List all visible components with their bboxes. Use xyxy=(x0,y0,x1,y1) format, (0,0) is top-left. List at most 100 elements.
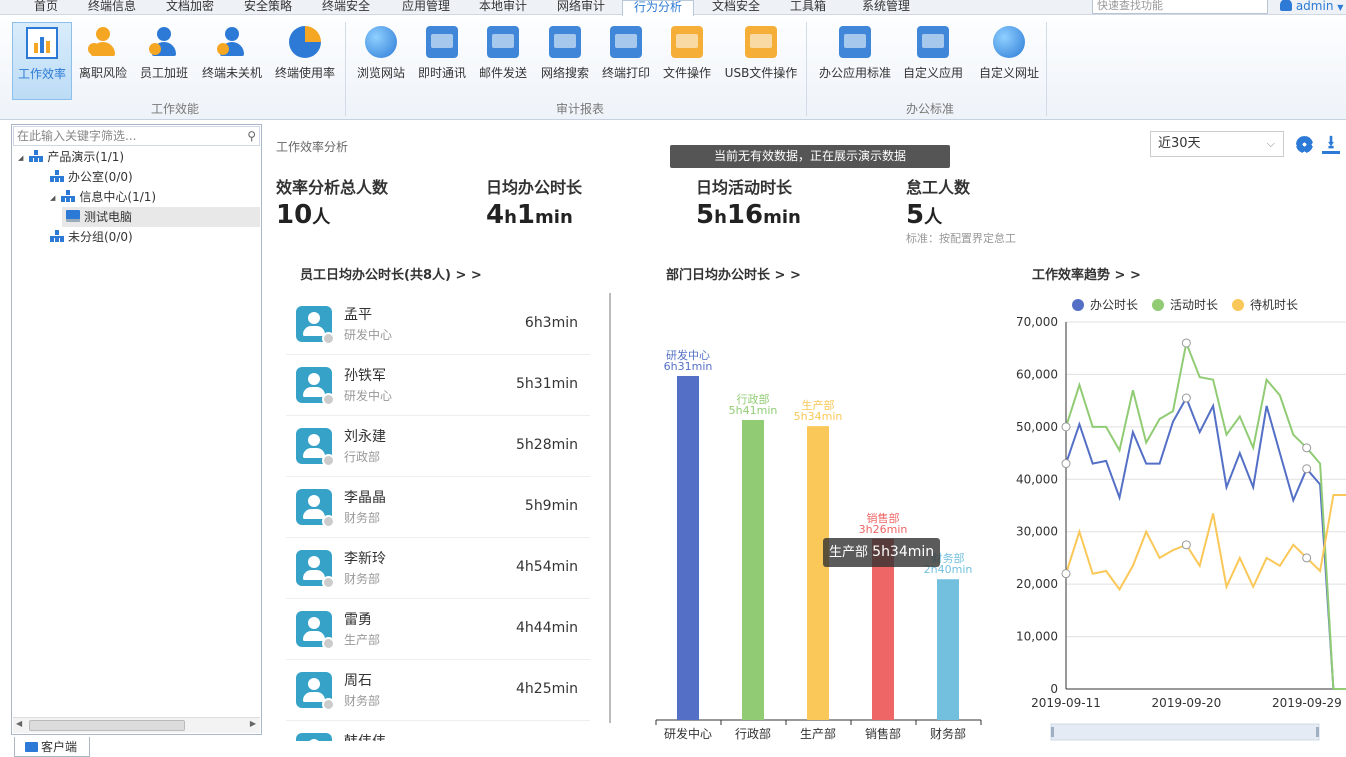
ribbon-button-0-3[interactable]: 终端未关机 xyxy=(196,22,268,100)
quick-search-input[interactable]: 快速查找功能 xyxy=(1092,0,1268,14)
compass-icon xyxy=(917,26,949,58)
employee-row[interactable]: 韩伟伟4h12min xyxy=(286,721,590,741)
legend-marker[interactable] xyxy=(1232,299,1244,311)
legend-label[interactable]: 办公时长 xyxy=(1090,297,1138,312)
search-icon[interactable]: ⚲ xyxy=(247,127,256,145)
expand-arrow-icon[interactable]: ◢ xyxy=(18,154,23,162)
employee-row[interactable]: 刘永建 行政部 5h28min xyxy=(286,416,590,477)
office-app-icon xyxy=(839,26,871,58)
tab-2[interactable]: 文档加密 xyxy=(152,0,228,15)
ribbon-button-1-2[interactable]: 邮件发送 xyxy=(474,22,532,100)
ribbon-button-label: 自定义应用 xyxy=(902,66,963,80)
series-point[interactable] xyxy=(1302,464,1312,474)
legend-marker[interactable] xyxy=(1152,299,1164,311)
series-point[interactable] xyxy=(1061,569,1071,579)
employee-row[interactable]: 李新玲 财务部 4h54min xyxy=(286,538,590,599)
ribbon-button-1-5[interactable]: 文件操作 xyxy=(658,22,716,100)
ribbon-button-2-2[interactable]: 自定义网址 xyxy=(972,22,1046,100)
legend-label[interactable]: 待机时长 xyxy=(1250,298,1298,312)
series-point[interactable] xyxy=(1302,443,1312,453)
tab-0[interactable]: 首页 xyxy=(18,0,74,15)
zoom-handle-right[interactable] xyxy=(1316,727,1319,737)
series-point[interactable] xyxy=(1181,540,1191,550)
ribbon-button-0-4[interactable]: 终端使用率 xyxy=(270,22,340,100)
series-point[interactable] xyxy=(1181,393,1191,403)
stat-value-1: 5 xyxy=(696,200,715,230)
scrollbar-thumb[interactable] xyxy=(29,720,185,731)
bar-4[interactable] xyxy=(937,579,959,720)
x-tick-label: 研发中心 xyxy=(664,726,712,741)
series-point[interactable] xyxy=(1061,422,1071,432)
employee-row[interactable]: 孙铁军 研发中心 5h31min xyxy=(286,355,590,416)
ribbon-button-1-3[interactable]: 网络搜索 xyxy=(536,22,594,100)
tab-4[interactable]: 终端安全 xyxy=(307,0,385,15)
employee-row[interactable]: 孟平 研发中心 6h3min xyxy=(286,294,590,355)
avatar xyxy=(296,672,335,711)
ribbon-button-1-0[interactable]: 浏览网站 xyxy=(352,22,410,100)
ribbon-button-0-1[interactable]: 离职风险 xyxy=(74,22,132,100)
legend-marker[interactable] xyxy=(1072,299,1084,311)
employee-list-title[interactable]: 员工日均办公时长(共8人) > > xyxy=(300,264,482,283)
y-tick-label: 10,000 xyxy=(1016,630,1058,644)
tab-1[interactable]: 终端信息 xyxy=(76,0,148,15)
settings-gear-icon[interactable] xyxy=(1296,136,1313,153)
tree-node[interactable]: 未分组(0/0) xyxy=(50,227,133,247)
ribbon-toolbar: 工作效率 离职风险 员工加班 终端未关机 终端使用率 浏览网站 即时通讯 邮件发送 网络搜索 终端… xyxy=(0,16,1346,120)
employee-list-scrollbar[interactable] xyxy=(609,293,611,723)
series-point[interactable] xyxy=(1302,553,1312,563)
bar-2[interactable] xyxy=(807,426,829,720)
bar-0[interactable] xyxy=(677,376,699,720)
y-tick-label: 40,000 xyxy=(1016,472,1058,486)
employee-name: 雷勇 xyxy=(344,612,372,628)
tree-node[interactable]: 办公室(0/0) xyxy=(50,167,133,187)
ribbon-button-0-2[interactable]: 员工加班 xyxy=(134,22,194,100)
zoom-handle-left[interactable] xyxy=(1051,727,1054,737)
series-point[interactable] xyxy=(1181,338,1191,348)
client-tab[interactable]: 客户端 xyxy=(14,737,90,757)
data-zoom-slider[interactable] xyxy=(1050,723,1320,741)
tree-horizontal-scrollbar[interactable]: ◀ ▶ xyxy=(13,717,260,733)
ribbon-button-0-0[interactable]: 工作效率 xyxy=(12,22,72,100)
tree-filter-input[interactable]: 在此输入关键字筛选... ⚲ xyxy=(13,126,260,146)
mail-icon xyxy=(487,26,519,58)
tree-node[interactable]: ◢ 产品演示(1/1) xyxy=(18,147,124,167)
tab-7[interactable]: 网络审计 xyxy=(543,0,619,15)
dept-chart-title[interactable]: 部门日均办公时长 > > xyxy=(666,264,801,283)
stat-value: 4h1min xyxy=(486,200,582,230)
tab-11[interactable]: 系统管理 xyxy=(848,0,924,15)
period-select[interactable]: 近30天 ⌵ xyxy=(1150,131,1284,157)
tab-10[interactable]: 工具箱 xyxy=(778,0,838,15)
scroll-left-icon[interactable]: ◀ xyxy=(16,719,22,728)
ribbon-button-2-0[interactable]: 办公应用标准 xyxy=(814,22,896,100)
series-line-1[interactable] xyxy=(1065,339,1346,690)
monitor-power-icon xyxy=(216,26,248,58)
series-line-2[interactable] xyxy=(1065,494,1346,592)
legend-label[interactable]: 活动时长 xyxy=(1170,298,1218,312)
employee-row[interactable]: 李晶晶 财务部 5h9min xyxy=(286,477,590,538)
series-point[interactable] xyxy=(1061,459,1071,469)
tab-3[interactable]: 安全策略 xyxy=(232,0,304,15)
ribbon-button-1-1[interactable]: 即时通讯 xyxy=(414,22,470,100)
tree-node[interactable]: 测试电脑 xyxy=(62,207,260,227)
scroll-right-icon[interactable]: ▶ xyxy=(250,719,256,728)
stat-value-2: 16 xyxy=(726,200,764,230)
tab-6[interactable]: 本地审计 xyxy=(466,0,540,15)
trend-chart-title[interactable]: 工作效率趋势 > > xyxy=(1032,264,1141,283)
bar-label-value: 5h34min xyxy=(794,410,843,423)
avatar xyxy=(296,733,332,741)
tree-node[interactable]: ◢ 信息中心(1/1) xyxy=(50,187,156,207)
employee-row[interactable]: 周石 财务部 4h25min xyxy=(286,660,590,721)
bar-1[interactable] xyxy=(742,419,764,720)
ribbon-button-1-4[interactable]: 终端打印 xyxy=(598,22,654,100)
org-icon xyxy=(61,190,76,202)
employee-dept: 财务部 xyxy=(344,511,381,525)
employee-row[interactable]: 雷勇 生产部 4h44min xyxy=(286,599,590,660)
tab-9[interactable]: 文档安全 xyxy=(700,0,772,15)
tab-8[interactable]: 行为分析 xyxy=(622,0,694,16)
ribbon-button-2-1[interactable]: 自定义应用 xyxy=(898,22,968,100)
download-icon[interactable]: ⭳ xyxy=(1322,134,1340,154)
ribbon-button-1-6[interactable]: USB文件操作 xyxy=(720,22,802,100)
expand-arrow-icon[interactable]: ◢ xyxy=(50,194,55,202)
user-menu[interactable]: admin ▼ xyxy=(1280,0,1343,14)
tab-5[interactable]: 应用管理 xyxy=(388,0,464,15)
